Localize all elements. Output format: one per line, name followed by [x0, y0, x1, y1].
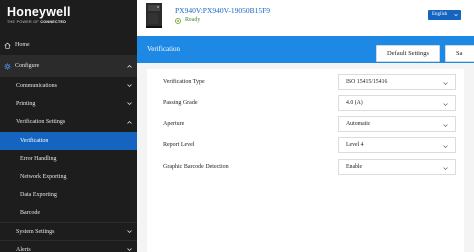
- printer-icon: [146, 3, 162, 28]
- report-level-select[interactable]: Level 4: [338, 137, 456, 153]
- setting-label: Graphic Barcode Detection: [163, 164, 229, 170]
- brand-tagline-prefix: THE POWER OF: [7, 20, 39, 24]
- setting-row-graphic-barcode-detection: Graphic Barcode Detection Enable: [147, 157, 464, 178]
- sidebar-item-label: Network Exporting: [20, 174, 67, 180]
- sidebar-item-verification-settings[interactable]: Verification Settings: [0, 113, 137, 132]
- sidebar-item-verification[interactable]: Verification: [0, 132, 137, 150]
- chevron-down-icon: [127, 84, 132, 88]
- sidebar-item-label: Communications: [16, 83, 57, 89]
- gear-icon: [4, 63, 11, 70]
- brand-tagline-bold: CONNECTED: [40, 20, 67, 24]
- chevron-down-icon: [127, 230, 132, 234]
- setting-row-aperture: Aperture Automatic: [147, 114, 464, 135]
- status-ready-icon: [175, 18, 181, 24]
- chevron-down-icon: [443, 103, 448, 106]
- chevron-down-icon: [454, 13, 458, 17]
- page-title-bar: Verification Default Settings Sa: [137, 36, 474, 63]
- select-value: Level 4: [346, 142, 364, 148]
- sidebar-item-printing[interactable]: Printing: [0, 95, 137, 113]
- default-settings-button[interactable]: Default Settings: [376, 45, 440, 62]
- aperture-select[interactable]: Automatic: [338, 116, 456, 132]
- brand-logo: Honeywell THE POWER OF CONNECTED: [0, 0, 137, 36]
- printer-status: Ready: [185, 17, 201, 23]
- passing-grade-select[interactable]: 4.0 (A): [338, 95, 456, 111]
- chevron-down-icon: [443, 167, 448, 170]
- printer-name: PX940V:PX940V-19050B15F9: [175, 6, 271, 15]
- chevron-down-icon: [443, 145, 448, 148]
- page-title: Verification: [147, 45, 181, 53]
- chevron-down-icon: [443, 124, 448, 127]
- sidebar-item-configure[interactable]: Configure: [0, 56, 137, 77]
- chevron-up-icon: [127, 64, 132, 68]
- select-value: Enable: [346, 164, 363, 170]
- setting-label: Report Level: [163, 142, 195, 148]
- graphic-barcode-detection-select[interactable]: Enable: [338, 159, 456, 175]
- sidebar-item-label: Barcode: [20, 210, 40, 216]
- setting-row-report-level: Report Level Level 4: [147, 135, 464, 156]
- sidebar-item-barcode[interactable]: Barcode: [0, 204, 137, 222]
- chevron-down-icon: [127, 248, 132, 252]
- sidebar-item-communications[interactable]: Communications: [0, 77, 137, 95]
- sidebar-item-data-exporting[interactable]: Data Exporting: [0, 186, 137, 204]
- select-value: ISO 15415/15416: [346, 79, 388, 85]
- content-area: Verification Type ISO 15415/15416 Passin…: [137, 63, 474, 252]
- sidebar-item-home[interactable]: Home: [0, 36, 137, 56]
- sidebar-item-home-label: Home: [15, 42, 30, 48]
- sidebar-item-network-exporting[interactable]: Network Exporting: [0, 168, 137, 186]
- sidebar-item-configure-label: Configure: [15, 63, 40, 69]
- chevron-up-icon: [127, 120, 132, 124]
- sidebar-item-label: Alerts: [16, 247, 31, 252]
- sidebar-item-label: Data Exporting: [20, 192, 57, 198]
- sidebar-item-label: System Settings: [16, 229, 55, 235]
- language-select[interactable]: English: [428, 10, 461, 20]
- select-value: Automatic: [346, 121, 371, 127]
- sidebar-item-system-settings[interactable]: System Settings: [0, 222, 137, 240]
- save-button[interactable]: Sa: [445, 45, 474, 62]
- setting-label: Passing Grade: [163, 100, 198, 106]
- language-value: English: [432, 12, 448, 17]
- setting-row-verification-type: Verification Type ISO 15415/15416: [147, 72, 464, 93]
- sidebar-item-label: Error Handling: [20, 156, 57, 162]
- setting-row-passing-grade: Passing Grade 4.0 (A): [147, 93, 464, 114]
- setting-label: Aperture: [163, 121, 185, 127]
- sidebar-item-label: Verification: [20, 138, 49, 144]
- chevron-down-icon: [127, 102, 132, 106]
- brand-tagline: THE POWER OF CONNECTED: [7, 20, 137, 24]
- sidebar-item-alerts[interactable]: Alerts: [0, 240, 137, 252]
- select-value: 4.0 (A): [346, 100, 363, 106]
- brand-name: Honeywell: [7, 5, 71, 19]
- verification-type-select[interactable]: ISO 15415/15416: [338, 74, 456, 90]
- sidebar-item-error-handling[interactable]: Error Handling: [0, 150, 137, 168]
- header: PX940V:PX940V-19050B15F9 Ready English: [137, 0, 474, 36]
- home-icon: [4, 42, 11, 49]
- settings-panel: Verification Type ISO 15415/15416 Passin…: [147, 69, 464, 252]
- chevron-down-icon: [443, 82, 448, 85]
- sidebar-item-label: Printing: [16, 101, 36, 107]
- setting-label: Verification Type: [163, 79, 205, 85]
- sidebar: Honeywell THE POWER OF CONNECTED Home Co…: [0, 0, 137, 252]
- sidebar-item-label: Verification Settings: [16, 119, 66, 125]
